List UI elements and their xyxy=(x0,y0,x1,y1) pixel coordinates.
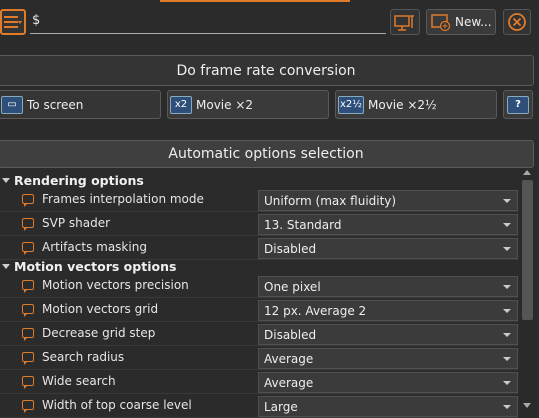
scrollbar-thumb[interactable] xyxy=(522,180,533,320)
help-icon: ? xyxy=(507,95,529,114)
collapse-icon xyxy=(2,263,10,269)
movie-x2-button[interactable]: x2 Movie ×2 xyxy=(167,90,329,119)
option-label: Search radius xyxy=(42,350,125,364)
chevron-down-icon xyxy=(503,405,511,409)
select-value: Average xyxy=(264,375,314,390)
select-value: 12 px. Average 2 xyxy=(264,303,367,318)
close-button[interactable] xyxy=(503,9,531,35)
chevron-down-icon xyxy=(503,333,511,337)
option-row-decrease-grid: Decrease grid step Disabled xyxy=(0,322,518,346)
select-value: Average xyxy=(264,351,314,366)
interpolation-mode-select[interactable]: Uniform (max fluidity) xyxy=(258,190,518,211)
auto-options-button[interactable]: Automatic options selection xyxy=(0,140,534,168)
monitor-settings-button[interactable] xyxy=(390,9,420,35)
option-label: Frames interpolation mode xyxy=(42,192,204,206)
movie-x25-icon: x2½ xyxy=(338,95,364,114)
active-indicator xyxy=(160,0,350,2)
svp-shader-select[interactable]: 13. Standard xyxy=(258,214,518,235)
option-row-grid: Motion vectors grid 12 px. Average 2 xyxy=(0,298,518,322)
help-bubble-icon[interactable] xyxy=(22,280,34,293)
option-row-shader: SVP shader 13. Standard xyxy=(0,212,518,236)
movie-x25-button[interactable]: x2½ Movie ×2½ xyxy=(335,90,497,119)
select-value: Large xyxy=(264,399,298,414)
motion-section-title: Motion vectors options xyxy=(14,258,177,274)
chevron-down-icon xyxy=(503,357,511,361)
decrease-grid-select[interactable]: Disabled xyxy=(258,324,518,345)
option-label: SVP shader xyxy=(42,216,111,230)
help-bubble-icon[interactable] xyxy=(22,352,34,365)
option-label: Motion vectors grid xyxy=(42,302,159,316)
select-value: One pixel xyxy=(264,279,321,294)
rendering-section-title: Rendering options xyxy=(14,172,144,188)
auto-options-label: Automatic options selection xyxy=(168,146,364,162)
wide-search-select[interactable]: Average xyxy=(258,372,518,393)
new-profile-icon xyxy=(431,14,451,32)
artifacts-masking-select[interactable]: Disabled xyxy=(258,238,518,259)
chevron-down-icon xyxy=(503,309,511,313)
help-bubble-icon[interactable] xyxy=(22,376,34,389)
movie-x25-label: Movie ×2½ xyxy=(368,97,437,112)
to-screen-button[interactable]: ▭ To screen xyxy=(0,90,161,119)
select-value: Disabled xyxy=(264,327,317,342)
help-bubble-icon[interactable] xyxy=(22,194,34,207)
select-value: 13. Standard xyxy=(264,217,342,232)
help-bubble-icon[interactable] xyxy=(22,242,34,255)
movie-x2-label: Movie ×2 xyxy=(196,97,254,112)
chevron-down-icon xyxy=(503,199,511,203)
profile-name-input[interactable]: $ xyxy=(30,10,386,34)
movie-x2-icon: x2 xyxy=(170,95,192,114)
select-value: Disabled xyxy=(264,241,317,256)
do-conversion-button[interactable]: Do frame rate conversion xyxy=(0,55,534,86)
help-bubble-icon[interactable] xyxy=(22,218,34,231)
mv-grid-select[interactable]: 12 px. Average 2 xyxy=(258,300,518,321)
new-profile-label: New... xyxy=(455,15,492,29)
chevron-down-icon xyxy=(503,381,511,385)
option-row-interpolation: Frames interpolation mode Uniform (max f… xyxy=(0,188,518,212)
scroll-up-icon[interactable] xyxy=(523,170,531,175)
mv-precision-select[interactable]: One pixel xyxy=(258,276,518,297)
menu-icon xyxy=(4,16,22,28)
search-radius-select[interactable]: Average xyxy=(258,348,518,369)
new-profile-button[interactable]: New... xyxy=(426,9,496,35)
to-screen-label: To screen xyxy=(27,97,84,112)
help-bubble-icon[interactable] xyxy=(22,328,34,341)
monitor-settings-icon xyxy=(394,15,414,31)
do-conversion-label: Do frame rate conversion xyxy=(176,62,356,79)
select-value: Uniform (max fluidity) xyxy=(264,193,397,208)
option-row-precision: Motion vectors precision One pixel xyxy=(0,274,518,298)
option-label: Wide search xyxy=(42,374,116,388)
option-label: Artifacts masking xyxy=(42,240,147,254)
collapse-icon xyxy=(2,177,10,183)
option-label: Motion vectors precision xyxy=(42,278,189,292)
chevron-down-icon xyxy=(503,285,511,289)
motion-section-header[interactable]: Motion vectors options xyxy=(0,257,518,275)
option-row-wide-search: Wide search Average xyxy=(0,370,518,394)
option-row-coarse-width: Width of top coarse level Large xyxy=(0,394,518,418)
help-bubble-icon[interactable] xyxy=(22,400,34,413)
chevron-down-icon xyxy=(503,223,511,227)
rendering-section-header[interactable]: Rendering options xyxy=(0,171,518,189)
option-label: Decrease grid step xyxy=(42,326,156,340)
profile-name-value: $ xyxy=(32,13,41,28)
help-bubble-icon[interactable] xyxy=(22,304,34,317)
option-row-search-radius: Search radius Average xyxy=(0,346,518,370)
option-label: Width of top coarse level xyxy=(42,398,192,412)
screen-icon: ▭ xyxy=(1,95,23,114)
close-icon xyxy=(508,13,526,31)
help-button[interactable]: ? xyxy=(503,90,533,119)
scroll-down-icon[interactable] xyxy=(523,403,531,408)
chevron-down-icon xyxy=(503,247,511,251)
menu-button[interactable] xyxy=(0,9,26,35)
